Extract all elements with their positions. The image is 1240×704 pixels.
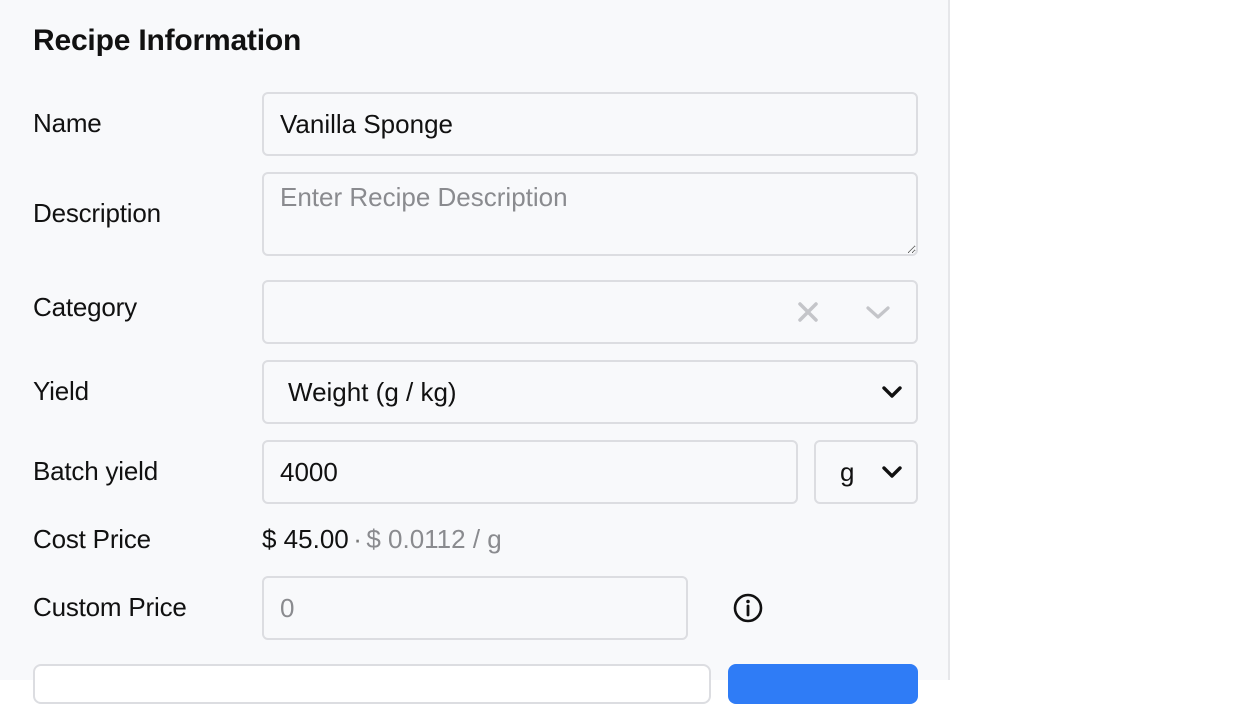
batch-yield-input[interactable]: [262, 440, 798, 504]
custom-price-label: Custom Price: [33, 592, 187, 622]
category-select[interactable]: [262, 280, 918, 344]
custom-price-input[interactable]: [262, 576, 688, 640]
yield-selected-value: Weight (g / kg): [288, 376, 457, 407]
name-label: Name: [33, 108, 102, 138]
cost-price-per-unit: $ 0.0112 / g: [366, 524, 502, 554]
description-textarea[interactable]: [262, 172, 918, 256]
batch-yield-unit-select[interactable]: g: [814, 440, 918, 504]
category-label: Category: [33, 292, 137, 322]
chevron-down-icon: [882, 466, 902, 478]
chevron-down-icon: [882, 386, 902, 398]
yield-select[interactable]: Weight (g / kg): [262, 360, 918, 424]
chevron-down-icon[interactable]: [864, 298, 892, 326]
cost-price-label: Cost Price: [33, 524, 151, 554]
cost-price-display: $ 45.00 · $ 0.0112 / g: [262, 524, 502, 555]
cost-price-total: $ 45.00: [262, 524, 349, 554]
primary-action-button[interactable]: [728, 664, 918, 704]
recipe-information-panel: Recipe Information Name Description Cate…: [0, 0, 950, 704]
cost-price-separator: ·: [353, 524, 362, 554]
yield-label: Yield: [33, 376, 89, 406]
close-icon[interactable]: [796, 300, 820, 324]
section-title: Recipe Information: [33, 24, 302, 57]
description-label: Description: [33, 198, 161, 228]
bottom-input-box[interactable]: [33, 664, 711, 704]
batch-yield-label: Batch yield: [33, 456, 158, 486]
name-input[interactable]: [262, 92, 918, 156]
batch-yield-unit-value: g: [840, 456, 855, 487]
info-icon[interactable]: [732, 592, 764, 624]
